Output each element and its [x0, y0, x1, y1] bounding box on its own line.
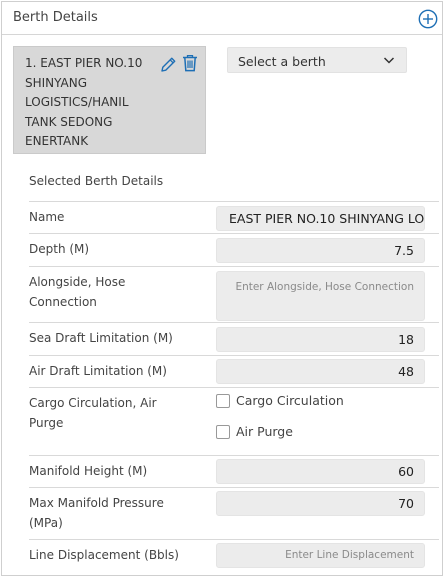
- chevron-down-icon: [383, 57, 395, 64]
- manifold-height-label: Manifold Height (M): [29, 464, 148, 478]
- selected-berth-details-title: Selected Berth Details: [29, 174, 164, 188]
- berth-select-dropdown[interactable]: Select a berth: [227, 47, 407, 73]
- max-manifold-pressure-field[interactable]: 70: [216, 491, 425, 516]
- cargo-circulation-option-label: Cargo Circulation: [236, 393, 344, 408]
- berth-select-value: Select a berth: [238, 54, 326, 69]
- name-field[interactable]: EAST PIER NO.10 SHINYANG LOGISTICS/HANIL…: [216, 206, 425, 231]
- depth-label: Depth (M): [29, 242, 90, 256]
- depth-field[interactable]: 7.5: [216, 238, 425, 263]
- air-draft-label: Air Draft Limitation (M): [29, 364, 167, 378]
- berth-list-item-name: 1. EAST PIER NO.10 SHINYANG LOGISTICS/HA…: [25, 56, 143, 148]
- row-alongside: Alongside, Hose Connection Enter Alongsi…: [29, 266, 439, 322]
- alongside-label: Alongside, Hose Connection: [29, 275, 126, 309]
- delete-berth-button[interactable]: [182, 54, 198, 72]
- line-displacement-input[interactable]: Enter Line Displacement: [216, 543, 425, 568]
- berth-details-panel: Berth Details 1. EAST PIER NO.10 SHINYAN…: [1, 1, 443, 576]
- alongside-hose-connection-input[interactable]: Enter Alongside, Hose Connection: [216, 271, 425, 321]
- panel-title: Berth Details: [13, 10, 98, 25]
- berth-list-item[interactable]: 1. EAST PIER NO.10 SHINYANG LOGISTICS/HA…: [13, 46, 206, 154]
- cargo-circulation-checkbox[interactable]: [216, 394, 230, 408]
- row-cargo-circulation: Cargo Circulation, Air Purge Cargo Circu…: [29, 387, 439, 455]
- air-purge-option-label: Air Purge: [236, 424, 293, 439]
- row-depth: Depth (M) 7.5: [29, 233, 439, 266]
- manifold-height-field[interactable]: 60: [216, 459, 425, 484]
- sea-draft-field[interactable]: 18: [216, 327, 425, 352]
- row-air-draft: Air Draft Limitation (M) 48: [29, 355, 439, 387]
- panel-header: Berth Details: [2, 2, 442, 35]
- max-manifold-pressure-label: Max Manifold Pressure (MPa): [29, 496, 164, 530]
- edit-berth-button[interactable]: [160, 56, 177, 73]
- name-label: Name: [29, 210, 65, 224]
- row-manifold-height: Manifold Height (M) 60: [29, 455, 439, 487]
- line-displacement-label: Line Displacement (Bbls): [29, 548, 179, 562]
- cargo-circulation-label: Cargo Circulation, Air Purge: [29, 396, 157, 430]
- sea-draft-label: Sea Draft Limitation (M): [29, 331, 173, 345]
- row-max-manifold-pressure: Max Manifold Pressure (MPa) 70: [29, 487, 439, 539]
- trash-icon: [183, 54, 197, 72]
- row-line-displacement: Line Displacement (Bbls) Enter Line Disp…: [29, 539, 439, 575]
- air-draft-field[interactable]: 48: [216, 359, 425, 384]
- row-sea-draft: Sea Draft Limitation (M) 18: [29, 322, 439, 355]
- add-berth-button[interactable]: [418, 9, 438, 29]
- plus-circle-icon: [418, 9, 438, 29]
- pencil-icon: [161, 57, 176, 72]
- air-purge-checkbox[interactable]: [216, 425, 230, 439]
- row-name: Name EAST PIER NO.10 SHINYANG LOGISTICS/…: [29, 201, 439, 233]
